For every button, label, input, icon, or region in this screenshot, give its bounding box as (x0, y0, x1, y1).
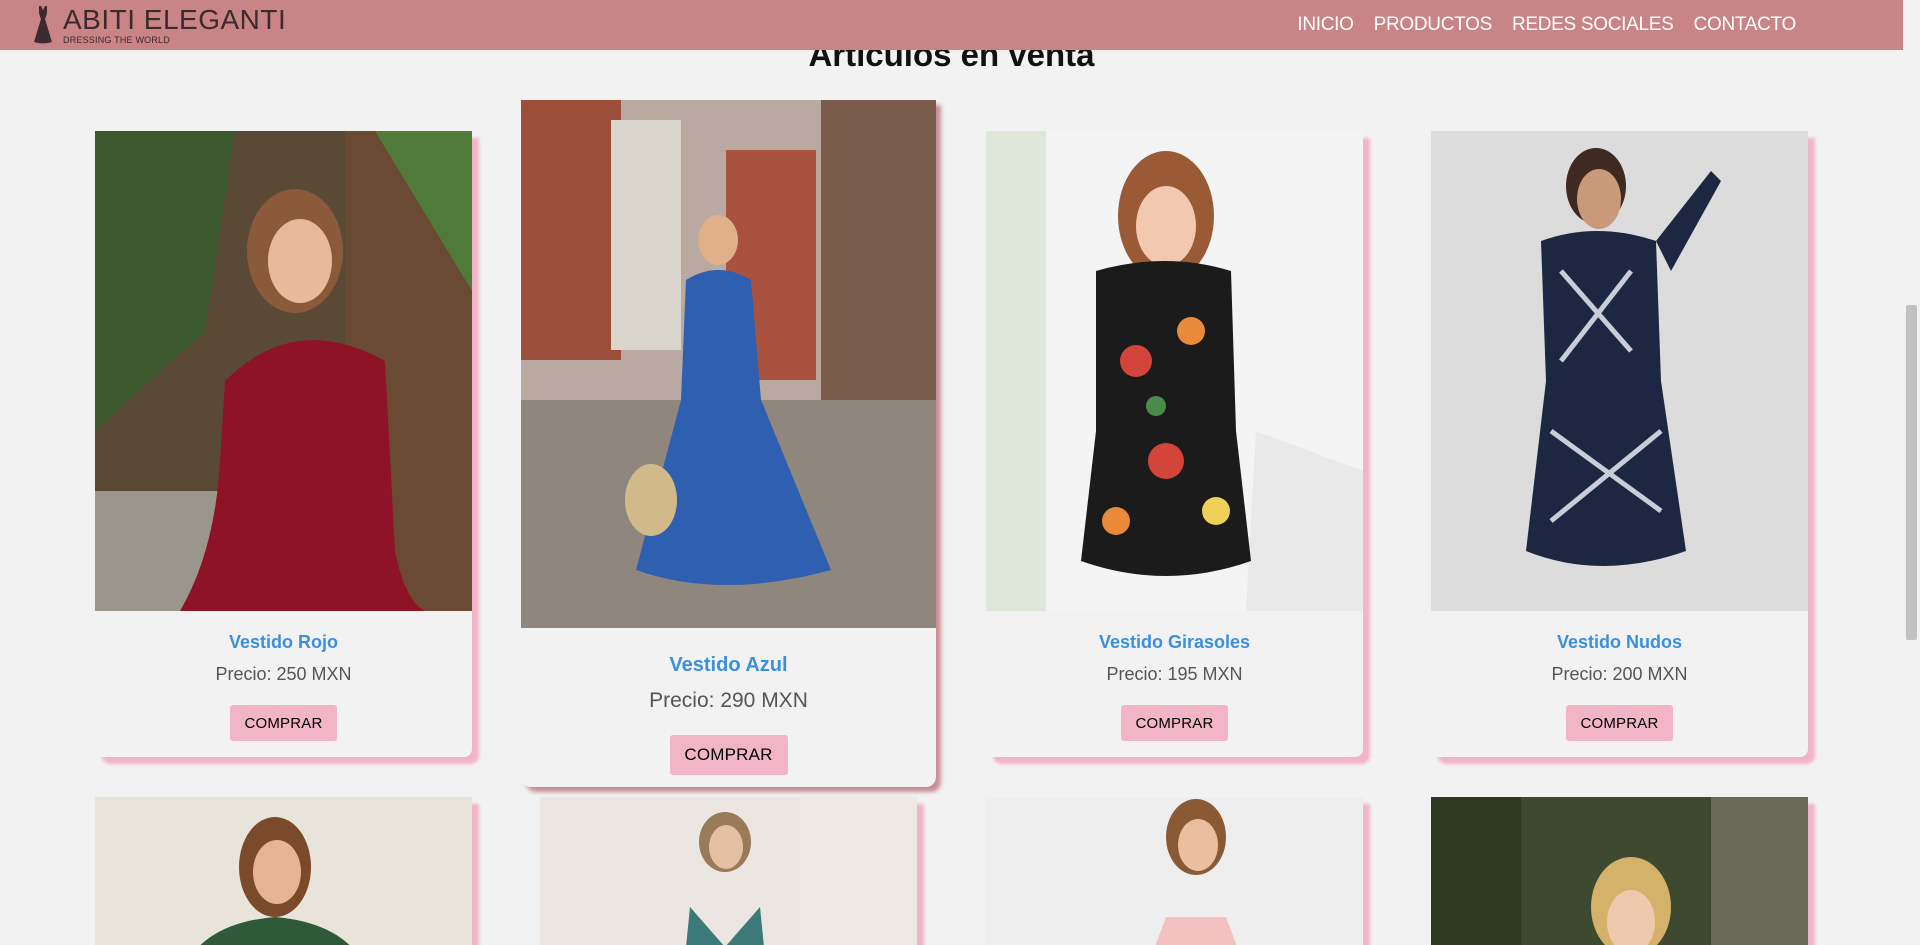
product-photo[interactable] (986, 797, 1363, 945)
buy-button[interactable]: COMPRAR (669, 735, 788, 775)
product-price: Precio: 195 MXN (1106, 664, 1243, 684)
product-photo-red-polka-dress[interactable] (95, 131, 472, 611)
brand-tagline: DRESSING THE WORLD (63, 34, 170, 45)
brand-logo[interactable]: ABITI ELEGANTI DRESSING THE WORLD (31, 4, 286, 46)
product-price: Precio: 290 MXN (649, 689, 808, 712)
product-name[interactable]: Vestido Nudos (1431, 632, 1808, 653)
product-photo[interactable] (95, 797, 472, 945)
dress-icon (34, 6, 52, 44)
product-price: Precio: 250 MXN (215, 664, 352, 684)
main-nav: INICIO PRODUCTOS REDES SOCIALES CONTACTO (1297, 0, 1796, 50)
product-card (95, 797, 472, 945)
nav-link-productos[interactable]: PRODUCTOS (1374, 14, 1493, 36)
product-name[interactable]: Vestido Azul (521, 654, 936, 677)
product-card (1431, 797, 1808, 945)
scrollbar-thumb[interactable] (1906, 305, 1917, 640)
product-card (540, 797, 917, 945)
nav-link-redes-sociales[interactable]: REDES SOCIALES (1512, 14, 1674, 36)
product-card (986, 797, 1363, 945)
nav-link-inicio[interactable]: INICIO (1297, 14, 1354, 36)
product-photo-navy-print-dress[interactable] (1431, 131, 1808, 611)
product-photo[interactable] (1431, 797, 1808, 945)
product-photo-floral-dress[interactable] (986, 131, 1363, 611)
product-price: Precio: 200 MXN (1551, 664, 1688, 684)
buy-button[interactable]: COMPRAR (1121, 705, 1228, 741)
top-navbar: ABITI ELEGANTI DRESSING THE WORLD INICIO… (0, 0, 1903, 50)
product-photo-blue-dress[interactable] (521, 100, 936, 628)
page-scrollbar[interactable] (1903, 0, 1920, 945)
product-name[interactable]: Vestido Rojo (95, 632, 472, 653)
product-card-featured: Vestido Azul Precio: 290 MXN COMPRAR (521, 100, 936, 787)
buy-button[interactable]: COMPRAR (1566, 705, 1673, 741)
product-name[interactable]: Vestido Girasoles (986, 632, 1363, 653)
product-card: Vestido Nudos Precio: 200 MXN COMPRAR (1431, 131, 1808, 757)
brand-name: ABITI ELEGANTI (63, 3, 287, 35)
buy-button[interactable]: COMPRAR (230, 705, 337, 741)
product-card: Vestido Girasoles Precio: 195 MXN COMPRA… (986, 131, 1363, 757)
product-card: Vestido Rojo Precio: 250 MXN COMPRAR (95, 131, 472, 757)
product-photo[interactable] (540, 797, 917, 945)
nav-link-contacto[interactable]: CONTACTO (1694, 14, 1797, 36)
